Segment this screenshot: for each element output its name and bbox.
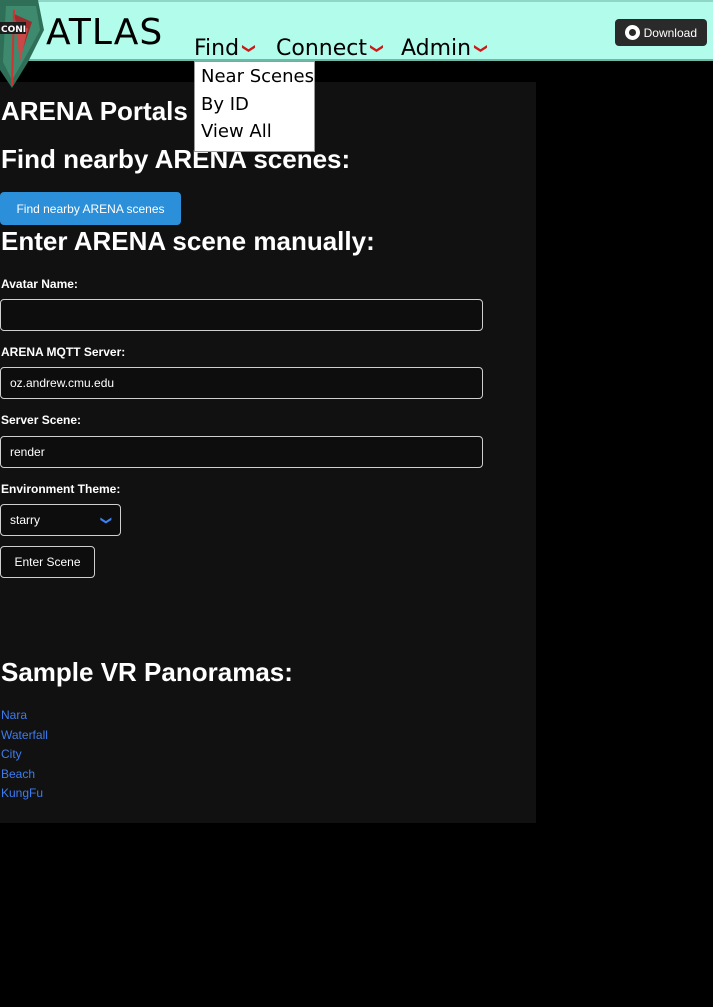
panorama-link-kungfu[interactable]: KungFu bbox=[1, 786, 43, 800]
chevron-down-icon: ❯ bbox=[241, 43, 257, 54]
page-title: ARENA Portals bbox=[1, 96, 188, 126]
find-nearby-button[interactable]: Find nearby ARENA scenes bbox=[0, 192, 181, 225]
find-dropdown-menu: Near Scenes By ID View All bbox=[194, 61, 315, 152]
enter-scene-button[interactable]: Enter Scene bbox=[0, 546, 95, 578]
mqtt-server-input[interactable]: oz.andrew.cmu.edu bbox=[0, 367, 483, 399]
nav-admin-label: Admin bbox=[401, 36, 472, 61]
menu-item-near-scenes[interactable]: Near Scenes bbox=[201, 66, 314, 87]
server-scene-label: Server Scene: bbox=[1, 413, 82, 427]
environment-theme-select[interactable]: starry ❯ bbox=[0, 504, 121, 536]
theme-selected-value: starry bbox=[10, 513, 40, 527]
nav-connect-label: Connect bbox=[276, 36, 367, 61]
manual-heading: Enter ARENA scene manually: bbox=[1, 226, 375, 256]
mqtt-server-label: ARENA MQTT Server: bbox=[1, 345, 126, 359]
nav-admin[interactable]: Admin ❯ bbox=[401, 36, 489, 61]
avatar-name-label: Avatar Name: bbox=[1, 277, 78, 291]
chevron-down-icon: ❯ bbox=[368, 43, 384, 54]
chevron-down-icon: ❯ bbox=[99, 515, 112, 525]
top-nav-bar: ATLAS Find ❯ Connect ❯ Admin ❯ Download bbox=[0, 0, 713, 61]
panorama-link-city[interactable]: City bbox=[1, 747, 22, 761]
svg-text:CONI: CONI bbox=[1, 25, 26, 35]
panorama-link-nara[interactable]: Nara bbox=[1, 708, 27, 722]
menu-item-by-id[interactable]: By ID bbox=[201, 94, 249, 115]
conix-logo[interactable]: CONI bbox=[0, 0, 46, 90]
server-scene-input[interactable]: render bbox=[0, 436, 483, 468]
environment-theme-label: Environment Theme: bbox=[1, 482, 121, 496]
brand-title[interactable]: ATLAS bbox=[46, 12, 163, 53]
panorama-link-beach[interactable]: Beach bbox=[1, 767, 35, 781]
avatar-name-input[interactable] bbox=[0, 299, 483, 331]
panoramas-heading: Sample VR Panoramas: bbox=[1, 657, 293, 687]
download-button[interactable]: Download bbox=[614, 19, 707, 46]
download-label: Download bbox=[643, 25, 697, 40]
nav-find[interactable]: Find ❯ bbox=[194, 36, 257, 61]
nav-find-label: Find bbox=[194, 36, 240, 61]
github-icon bbox=[624, 25, 640, 40]
menu-item-view-all[interactable]: View All bbox=[201, 121, 272, 142]
panorama-link-waterfall[interactable]: Waterfall bbox=[1, 728, 48, 742]
nav-connect[interactable]: Connect ❯ bbox=[276, 36, 384, 61]
chevron-down-icon: ❯ bbox=[473, 43, 489, 54]
